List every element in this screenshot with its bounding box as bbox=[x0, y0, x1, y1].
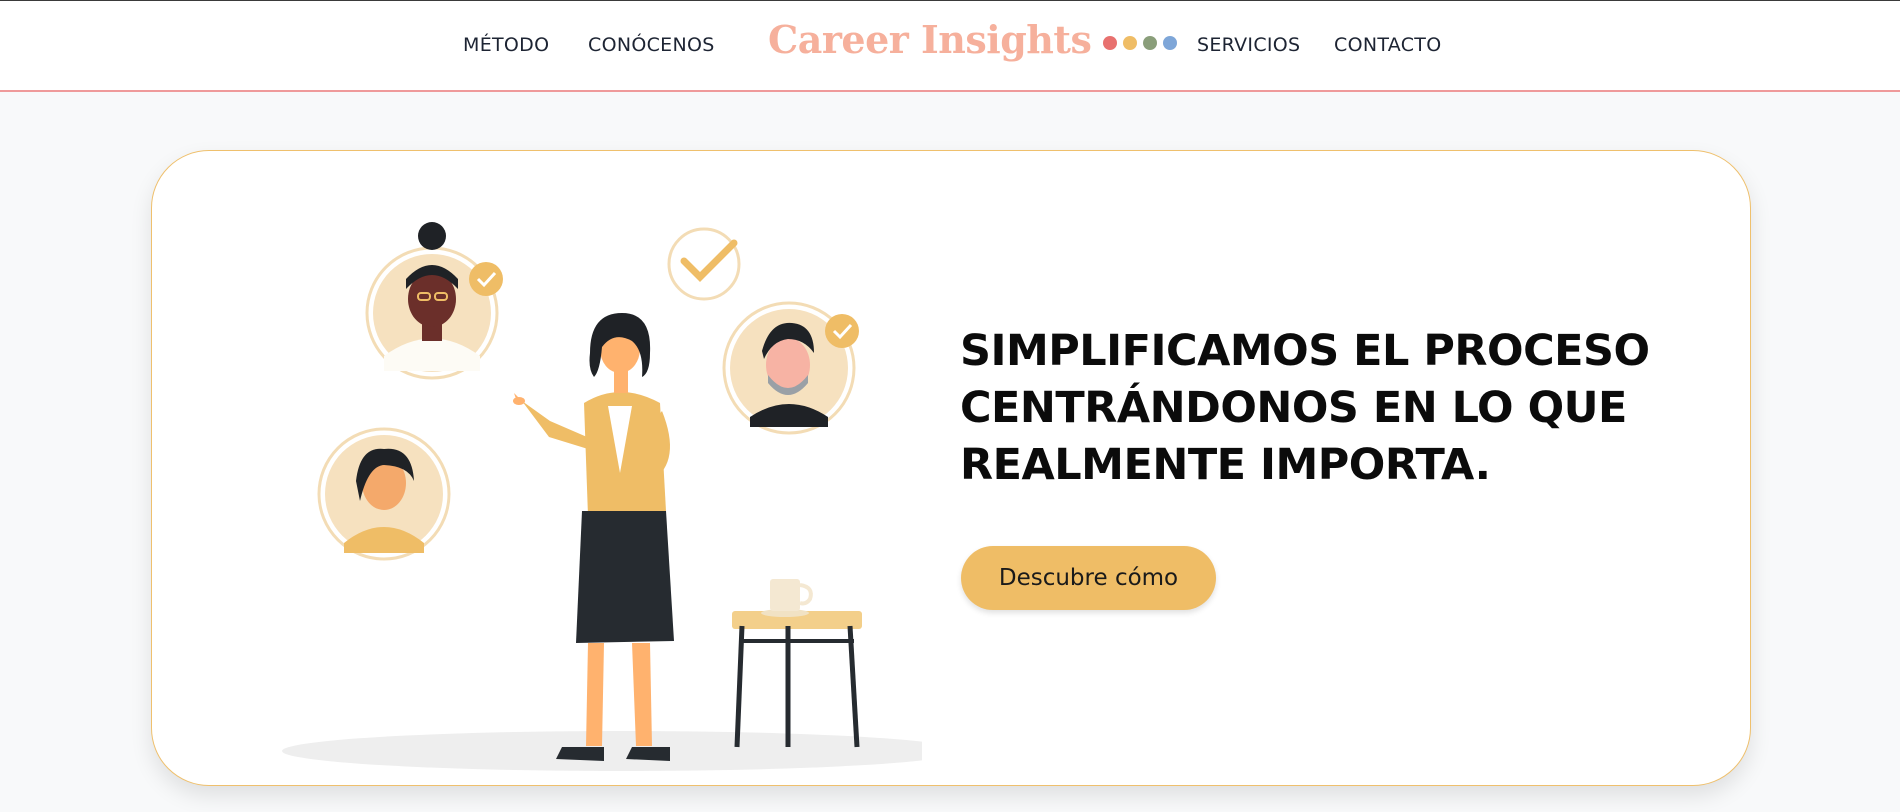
nav-link-conocenos[interactable]: CONÓCENOS bbox=[588, 34, 715, 56]
nav-link-servicios[interactable]: SERVICIOS bbox=[1197, 34, 1300, 56]
presenter-illustration bbox=[282, 222, 922, 771]
coffee-cup-icon bbox=[761, 579, 813, 617]
brand-dot-blue bbox=[1163, 35, 1178, 50]
brand-dot-green bbox=[1143, 35, 1158, 50]
headline-line: REALMENTE IMPORTA. bbox=[960, 440, 1491, 490]
side-table bbox=[732, 611, 862, 748]
nav-link-contacto[interactable]: CONTACTO bbox=[1334, 34, 1441, 56]
descubre-como-button[interactable]: Descubre cómo bbox=[961, 546, 1216, 610]
check-speech-bubble-icon bbox=[667, 227, 741, 301]
brand-dots bbox=[1103, 35, 1178, 50]
hero-card: SIMPLIFICAMOS EL PROCESO CENTRÁNDONOS EN… bbox=[151, 150, 1751, 786]
verified-badge-icon bbox=[469, 262, 503, 296]
brand-dot-red bbox=[1103, 35, 1118, 50]
avatar-woman-glasses bbox=[365, 222, 499, 380]
brand-logo[interactable]: Career Insights bbox=[768, 17, 1178, 62]
nav-link-metodo[interactable]: MÉTODO bbox=[463, 34, 549, 56]
headline-line: CENTRÁNDONOS EN LO QUE bbox=[960, 383, 1627, 433]
hero-headline: SIMPLIFICAMOS EL PROCESO CENTRÁNDONOS EN… bbox=[960, 323, 1660, 494]
top-navbar: MÉTODO CONÓCENOS Career Insights SERVICI… bbox=[0, 1, 1900, 92]
verified-badge-icon bbox=[825, 314, 859, 348]
brand-dot-yellow bbox=[1123, 35, 1138, 50]
presenter-woman bbox=[513, 313, 674, 761]
avatar-woman-smiling bbox=[317, 427, 451, 561]
headline-line: SIMPLIFICAMOS EL PROCESO bbox=[960, 326, 1650, 376]
brand-name: Career Insights bbox=[768, 17, 1092, 62]
